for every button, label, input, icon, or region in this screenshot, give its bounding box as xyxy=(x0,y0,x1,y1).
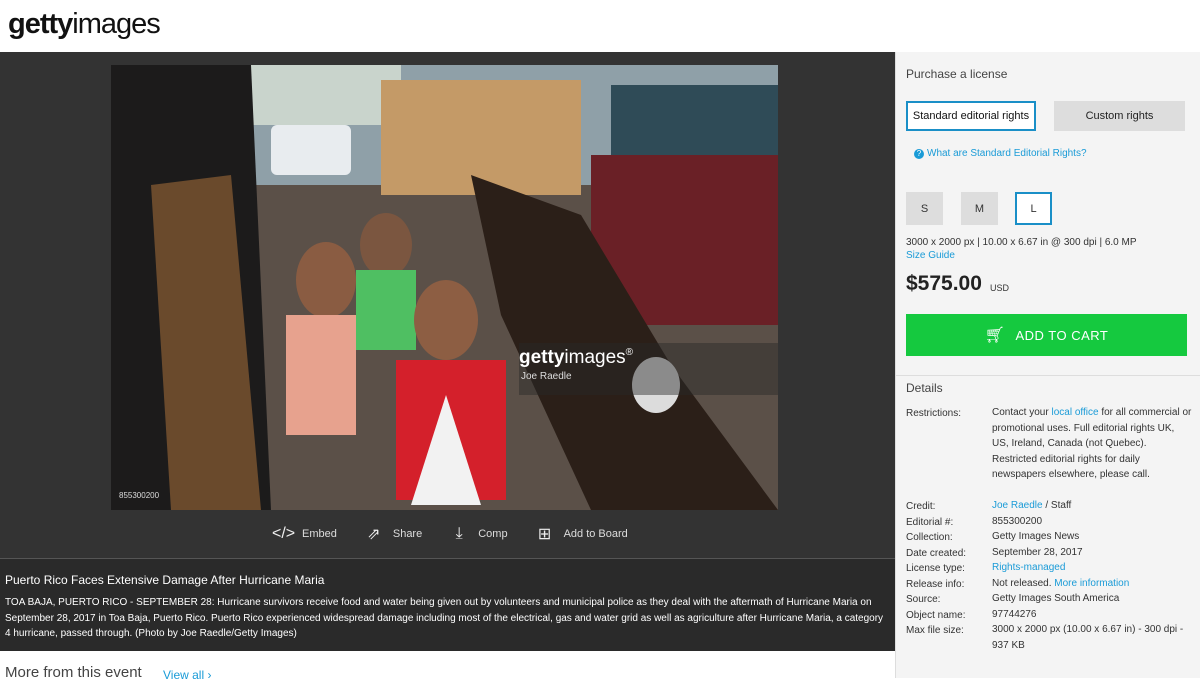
purchase-heading: Purchase a license xyxy=(906,67,1008,81)
add-to-cart-button[interactable]: 🛒︎ ADD TO CART xyxy=(906,314,1187,356)
source-value: Getty Images South America xyxy=(992,593,1120,604)
credit-label: Credit: xyxy=(906,501,936,512)
currency: USD xyxy=(990,283,1010,293)
help-icon: ? xyxy=(914,149,924,159)
license-type-link[interactable]: Rights-managed xyxy=(992,560,1192,576)
size-dimensions: 3000 x 2000 px | 10.00 x 6.67 in @ 300 d… xyxy=(906,237,1137,248)
code-icon: </> xyxy=(272,525,296,542)
credit-value: Joe Raedle / Staff xyxy=(992,500,1072,511)
top-bar: gettyimages xyxy=(0,0,1200,53)
date-created-label: Date created: xyxy=(906,548,967,559)
size-s-button[interactable]: S xyxy=(906,192,943,225)
caption-title: Puerto Rico Faces Extensive Damage After… xyxy=(5,573,325,587)
price: $575.00 xyxy=(906,272,982,295)
editorial-value: 855300200 xyxy=(992,516,1043,527)
caption-text: TOA BAJA, PUERTO RICO - SEPTEMBER 28: Hu… xyxy=(5,597,884,639)
purchase-panel: Purchase a license Standard editorial ri… xyxy=(895,52,1200,678)
add-to-board-button[interactable]: ⊞ Add to Board xyxy=(534,524,628,544)
max-file-size-label: Max file size: xyxy=(906,625,964,636)
max-file-size-value: 3000 x 2000 px (10.00 x 6.67 in) - 300 d… xyxy=(992,624,1184,651)
embed-button[interactable]: </> Embed xyxy=(272,525,337,543)
download-icon: ⤓ xyxy=(455,525,463,542)
cart-icon: 🛒︎ xyxy=(984,327,1006,344)
size-m-button[interactable]: M xyxy=(961,192,998,225)
image-actions: </> Embed ⇗ Share ⤓ Comp ⊞ Add to Board xyxy=(272,522,654,546)
watermark-brand: gettyimages® xyxy=(519,347,634,368)
source-label: Source: xyxy=(906,594,941,605)
share-label: Share xyxy=(392,528,423,540)
caption-panel: Puerto Rico Faces Extensive Damage After… xyxy=(0,558,895,651)
more-from-event-heading: More from this event xyxy=(5,664,142,681)
photographer-link[interactable]: Joe Raedle xyxy=(992,500,1043,511)
collection-label: Collection: xyxy=(906,532,953,543)
logo-bold-text: getty xyxy=(8,8,73,40)
standard-rights-button[interactable]: Standard editorial rights xyxy=(906,101,1036,131)
add-to-board-label: Add to Board xyxy=(563,528,628,540)
photo-illustration xyxy=(111,65,778,510)
image-id-label: 855300200 xyxy=(119,491,160,500)
share-button[interactable]: ⇗ Share xyxy=(363,524,422,544)
image-viewer: gettyimages® Joe Raedle 855300200 </> Em… xyxy=(0,52,895,651)
editorial-label: Editorial #: xyxy=(906,517,954,528)
logo-light-text: images xyxy=(72,8,160,40)
collection-value: Getty Images News xyxy=(992,531,1080,542)
size-guide-link[interactable]: Size Guide xyxy=(906,250,955,261)
watermark: gettyimages® Joe Raedle xyxy=(519,343,778,395)
what-are-rights-link[interactable]: ? What are Standard Editorial Rights? xyxy=(914,148,1087,159)
embed-label: Embed xyxy=(302,528,337,540)
custom-rights-button[interactable]: Custom rights xyxy=(1054,101,1185,131)
restrictions-value: Contact your local office for all commer… xyxy=(992,407,1192,480)
add-to-cart-label: ADD TO CART xyxy=(1015,327,1109,343)
comp-label: Comp xyxy=(478,528,508,540)
license-type-label: License type: xyxy=(906,563,965,574)
getty-images-logo[interactable]: gettyimages xyxy=(8,8,161,41)
size-l-button[interactable]: L xyxy=(1015,192,1052,225)
more-information-link[interactable]: More information xyxy=(1054,578,1129,589)
watermark-credit: Joe Raedle xyxy=(521,371,572,382)
share-icon: ⇗ xyxy=(367,526,381,543)
object-name-value: 97744276 xyxy=(992,609,1037,620)
main-photo[interactable]: gettyimages® Joe Raedle 855300200 xyxy=(111,65,778,510)
details-divider xyxy=(896,375,1200,376)
release-info-label: Release info: xyxy=(906,579,965,590)
local-office-link[interactable]: local office xyxy=(1051,407,1098,418)
what-are-rights-text: What are Standard Editorial Rights? xyxy=(927,148,1087,159)
comp-button[interactable]: ⤓ Comp xyxy=(448,525,508,543)
release-info-value: Not released. More information xyxy=(992,578,1130,589)
add-to-board-icon: ⊞ xyxy=(537,526,552,543)
date-created-value: September 28, 2017 xyxy=(992,547,1083,558)
restrictions-label: Restrictions: xyxy=(906,408,962,419)
object-name-label: Object name: xyxy=(906,610,966,621)
view-all-link[interactable]: View all › xyxy=(163,668,211,682)
details-heading: Details xyxy=(906,381,943,395)
